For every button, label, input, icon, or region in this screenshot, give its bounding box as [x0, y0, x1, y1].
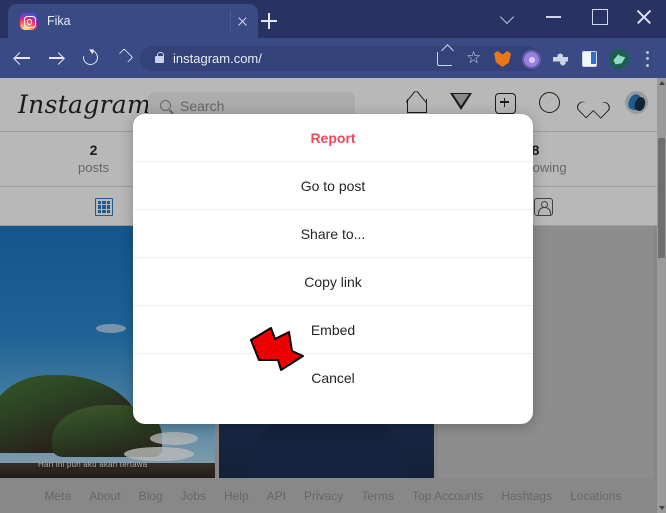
window-controls	[486, 0, 666, 38]
url-text: instagram.com/	[173, 51, 262, 66]
browser-profile-avatar[interactable]	[604, 46, 633, 72]
new-tab-button[interactable]	[256, 9, 282, 33]
chevron-down-icon[interactable]	[486, 0, 531, 32]
back-button[interactable]	[6, 43, 40, 73]
browser-menu-kebab-icon[interactable]	[633, 46, 662, 72]
reload-button[interactable]	[74, 43, 108, 73]
browser-window: Fika instagram.com/ Instagram Search 2 p…	[0, 0, 666, 513]
share-icon[interactable]	[430, 46, 459, 72]
modal-item-embed[interactable]: Embed	[133, 306, 533, 354]
minimize-button[interactable]	[531, 0, 576, 32]
extensions-puzzle-icon[interactable]	[546, 46, 575, 72]
maximize-button[interactable]	[576, 0, 621, 32]
forward-button[interactable]	[40, 43, 74, 73]
instagram-favicon	[20, 12, 37, 30]
reading-list-icon[interactable]	[575, 46, 604, 72]
bookmark-star-icon[interactable]	[459, 46, 488, 72]
lock-icon	[155, 52, 164, 63]
modal-item-cancel[interactable]: Cancel	[133, 354, 533, 402]
modal-item-report[interactable]: Report	[133, 114, 533, 162]
browser-tab[interactable]: Fika	[8, 4, 258, 38]
metamask-extension-icon[interactable]	[488, 46, 517, 72]
modal-item-copy-link[interactable]: Copy link	[133, 258, 533, 306]
home-button[interactable]	[108, 43, 142, 73]
close-icon[interactable]	[230, 10, 252, 32]
modal-item-go-to-post[interactable]: Go to post	[133, 162, 533, 210]
browser-toolbar-icons	[430, 46, 662, 72]
window-close-button[interactable]	[621, 0, 666, 32]
page-viewport: Instagram Search 2 posts 468 fol	[0, 78, 666, 513]
modal-item-share-to[interactable]: Share to...	[133, 210, 533, 258]
tab-title: Fika	[47, 14, 71, 28]
post-options-modal: Report Go to post Share to... Copy link …	[133, 114, 533, 424]
flower-extension-icon[interactable]	[517, 46, 546, 72]
browser-title-bar: Fika	[0, 0, 666, 38]
